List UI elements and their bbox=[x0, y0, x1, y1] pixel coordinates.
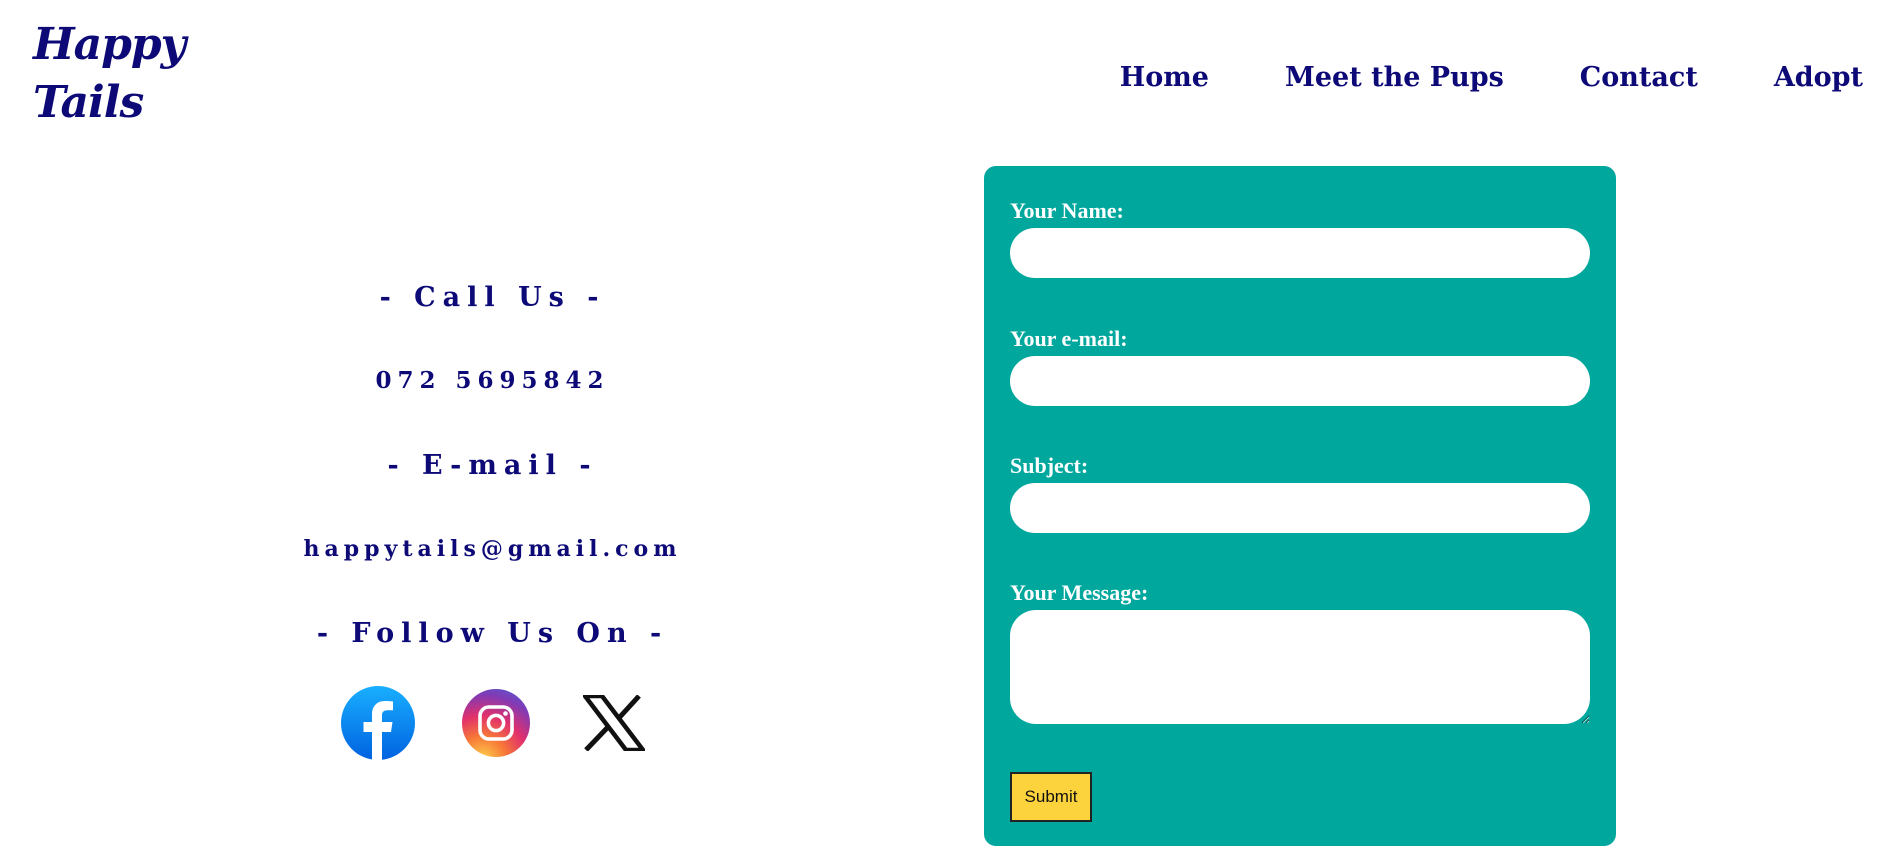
name-input[interactable] bbox=[1010, 228, 1590, 278]
facebook-icon bbox=[341, 686, 415, 760]
nav-link-home[interactable]: Home bbox=[1120, 62, 1209, 93]
email-label: Your e-mail: bbox=[1010, 326, 1128, 351]
message-label: Your Message: bbox=[1010, 580, 1149, 605]
nav-link-meet-the-pups[interactable]: Meet the Pups bbox=[1285, 62, 1504, 93]
follow-us-heading: - Follow Us On - bbox=[316, 618, 669, 649]
email-input[interactable] bbox=[1010, 356, 1590, 406]
x-link[interactable] bbox=[576, 685, 652, 761]
main-nav: Home Meet the Pups Contact Adopt bbox=[1120, 62, 1863, 93]
instagram-icon bbox=[462, 689, 530, 757]
subject-input[interactable] bbox=[1010, 483, 1590, 533]
contact-form: Your Name: Your e-mail: Subject: Your Me… bbox=[984, 166, 1616, 846]
site-logo[interactable]: Happy Tails bbox=[33, 16, 186, 132]
nav-link-contact[interactable]: Contact bbox=[1580, 62, 1698, 93]
phone-number: 072 5695842 bbox=[375, 367, 610, 394]
x-icon bbox=[583, 695, 645, 751]
social-links bbox=[340, 685, 652, 761]
facebook-link[interactable] bbox=[340, 685, 416, 761]
submit-button[interactable]: Submit bbox=[1010, 772, 1092, 822]
name-label: Your Name: bbox=[1010, 198, 1124, 223]
subject-label: Subject: bbox=[1010, 453, 1089, 478]
contact-page: Happy Tails Home Meet the Pups Contact A… bbox=[0, 0, 1893, 846]
email-address: happytails@gmail.com bbox=[303, 536, 682, 562]
logo-line-2: Tails bbox=[33, 77, 144, 128]
instagram-link[interactable] bbox=[458, 685, 534, 761]
nav-link-adopt[interactable]: Adopt bbox=[1774, 62, 1863, 93]
call-us-heading: - Call Us - bbox=[379, 282, 606, 313]
logo-line-1: Happy bbox=[33, 19, 186, 70]
message-textarea[interactable] bbox=[1010, 610, 1590, 724]
email-heading: - E-mail - bbox=[387, 450, 598, 481]
